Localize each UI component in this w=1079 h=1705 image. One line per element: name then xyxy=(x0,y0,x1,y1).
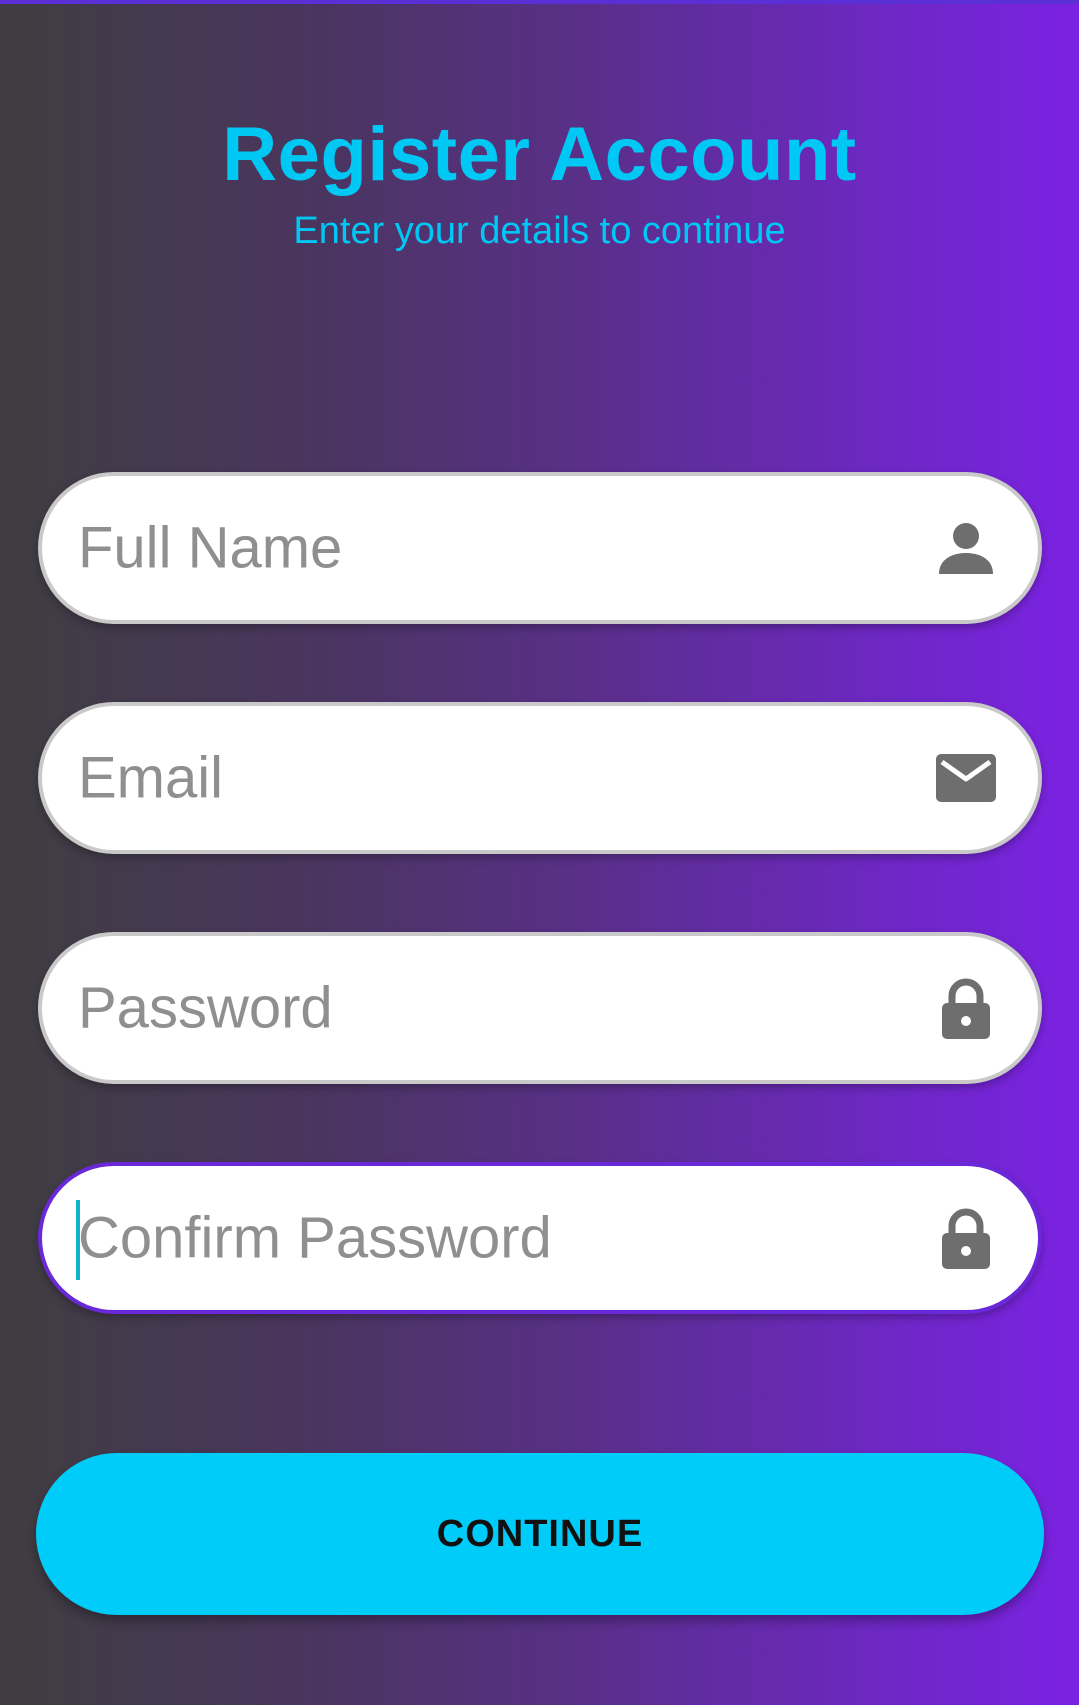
confirm-password-field[interactable]: Confirm Password xyxy=(38,1162,1042,1314)
lock-icon xyxy=(934,1206,998,1270)
continue-button[interactable]: CONTINUE xyxy=(36,1453,1044,1615)
confirm-password-placeholder: Confirm Password xyxy=(78,1205,552,1271)
password-field[interactable]: Password xyxy=(38,932,1042,1084)
person-icon xyxy=(934,516,998,580)
page-title: Register Account xyxy=(222,112,857,197)
email-field[interactable]: Email xyxy=(38,702,1042,854)
password-placeholder: Password xyxy=(78,975,333,1041)
lock-icon xyxy=(934,976,998,1040)
envelope-icon xyxy=(934,746,998,810)
full-name-placeholder: Full Name xyxy=(78,515,343,581)
email-placeholder: Email xyxy=(78,745,224,811)
page-subtitle: Enter your details to continue xyxy=(293,210,786,252)
header: Register Account Enter your details to c… xyxy=(0,110,1079,254)
full-name-field[interactable]: Full Name xyxy=(38,472,1042,624)
continue-label: CONTINUE xyxy=(436,1512,644,1555)
status-bar-edge xyxy=(0,0,1079,4)
